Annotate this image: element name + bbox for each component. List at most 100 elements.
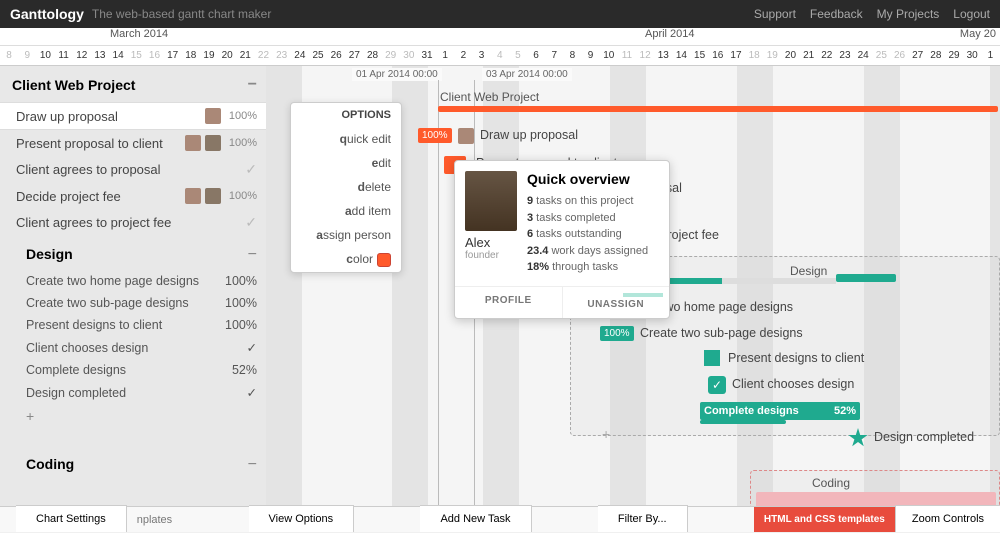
day-cell: 23 [836, 46, 854, 65]
gantt-d5-bar[interactable]: Complete designs 52% [700, 402, 860, 420]
task-pct: 100% [225, 190, 257, 202]
nav-feedback[interactable]: Feedback [810, 7, 863, 21]
check-icon: ✓ [225, 214, 257, 231]
day-cell: 24 [291, 46, 309, 65]
add-task-row[interactable]: + [0, 404, 269, 428]
d3-marker[interactable] [704, 350, 720, 366]
gantt-coding-label: Coding [812, 476, 850, 490]
active-task-pill[interactable]: HTML and CSS templates [754, 507, 895, 532]
day-cell: 20 [218, 46, 236, 65]
day-cell: 1 [436, 46, 454, 65]
view-options-button[interactable]: View Options [249, 505, 355, 532]
assignee-avatar[interactable] [205, 188, 221, 204]
day-cell: 18 [745, 46, 763, 65]
options-header: OPTIONS [291, 103, 401, 127]
assignee-avatar[interactable] [185, 188, 201, 204]
option-quick-edit[interactable]: quick edit [291, 127, 401, 151]
task-pct: 100% [225, 274, 257, 288]
stat-through: 18% through tasks [527, 259, 659, 276]
day-cell: 25 [872, 46, 890, 65]
sidebar: Client Web Project − Draw up proposal100… [0, 66, 270, 532]
gantt-d2-label: Create two sub-page designs [640, 326, 803, 340]
task-row[interactable]: Draw up proposal100% [0, 102, 269, 130]
day-cell: 3 [472, 46, 490, 65]
task-label: Create two sub-page designs [26, 296, 217, 310]
assignee-avatar[interactable] [205, 135, 221, 151]
day-cell: 19 [763, 46, 781, 65]
day-cell: 17 [727, 46, 745, 65]
day-cell: 16 [145, 46, 163, 65]
day-cell: 21 [236, 46, 254, 65]
check-icon: ✓ [225, 161, 257, 178]
day-cell: 30 [963, 46, 981, 65]
task-pct: 52% [232, 363, 257, 377]
task-row[interactable]: Decide project fee100% [0, 183, 269, 209]
person-role: founder [465, 250, 517, 261]
subtask-row[interactable]: Client chooses design✓ [0, 336, 269, 359]
collapse-icon[interactable]: − [248, 456, 257, 474]
task1-avatar[interactable] [458, 128, 474, 144]
task-row[interactable]: Present proposal to client 100% [0, 130, 269, 156]
gantt-project-bar[interactable] [438, 106, 998, 112]
gantt-canvas[interactable]: 01 Apr 2014 00:00 03 Apr 2014 00:00 Clie… [270, 66, 1000, 532]
zoom-controls-button[interactable]: Zoom Controls [895, 505, 1000, 532]
group-design[interactable]: Design − [0, 236, 269, 270]
gantt-d6-label: Design completed [874, 430, 974, 444]
day-cell: 31 [418, 46, 436, 65]
filter-by-button[interactable]: Filter By... [598, 505, 688, 532]
date-marker-2: 03 Apr 2014 00:00 [482, 68, 572, 81]
check-icon: ✓ [247, 385, 257, 400]
day-cell: 10 [36, 46, 54, 65]
option-add-item[interactable]: add item [291, 199, 401, 223]
assignee-avatar[interactable] [205, 108, 221, 124]
day-cell: 13 [654, 46, 672, 65]
collapse-icon[interactable]: − [248, 76, 257, 94]
profile-button[interactable]: PROFILE [455, 287, 563, 318]
day-cell: 9 [582, 46, 600, 65]
day-cell: 23 [273, 46, 291, 65]
nav-logout[interactable]: Logout [953, 7, 990, 21]
gantt-task1-label: Draw up proposal [480, 128, 578, 142]
day-cell: 18 [182, 46, 200, 65]
option-assign-person[interactable]: assign person [291, 223, 401, 247]
task-label: Complete designs [26, 363, 224, 377]
unassign-button[interactable]: UNASSIGN [563, 287, 670, 318]
stat-workdays: 23.4 work days assigned [527, 243, 659, 260]
subtask-row[interactable]: Present designs to client100% [0, 314, 269, 336]
project-title-row[interactable]: Client Web Project − [0, 66, 269, 102]
day-cell: 5 [509, 46, 527, 65]
day-cell: 4 [491, 46, 509, 65]
task-label: Draw up proposal [16, 109, 201, 124]
task-label: Client agrees to project fee [16, 215, 221, 230]
add-new-task-button[interactable]: Add New Task [420, 505, 531, 532]
subtask-row[interactable]: Create two home page designs100% [0, 270, 269, 292]
month-march: March 2014 [110, 28, 168, 40]
chart-settings-button[interactable]: Chart Settings [16, 505, 127, 532]
day-cell: 17 [164, 46, 182, 65]
subtask-row[interactable]: Create two sub-page designs 100% [0, 292, 269, 314]
nav-projects[interactable]: My Projects [877, 7, 940, 21]
day-cell: 24 [854, 46, 872, 65]
d4-check-icon[interactable]: ✓ [708, 376, 726, 394]
day-cell: 22 [254, 46, 272, 65]
task-label: Present proposal to client [16, 136, 181, 151]
option-delete[interactable]: delete [291, 175, 401, 199]
collapse-icon[interactable]: − [248, 246, 257, 264]
day-cell: 8 [563, 46, 581, 65]
subtask-row[interactable]: Complete designs 52% [0, 359, 269, 381]
assignee-avatar[interactable] [185, 135, 201, 151]
task-row[interactable]: Client agrees to project fee ✓ [0, 209, 269, 236]
option-edit[interactable]: edit [291, 151, 401, 175]
task-row[interactable]: Client agrees to proposal✓ [0, 156, 269, 183]
subtask-row[interactable]: Design completed✓ [0, 381, 269, 404]
day-cell: 26 [327, 46, 345, 65]
add-subtask-icon[interactable]: + [602, 426, 610, 442]
nav-support[interactable]: Support [754, 7, 796, 21]
option-color[interactable]: color [291, 247, 401, 272]
group-coding[interactable]: Coding − [0, 446, 269, 480]
task-pct: 100% [225, 296, 257, 310]
day-cell: 14 [109, 46, 127, 65]
task-label: Client chooses design [26, 341, 243, 355]
day-cell: 22 [818, 46, 836, 65]
task-pct: 100% [225, 137, 257, 149]
